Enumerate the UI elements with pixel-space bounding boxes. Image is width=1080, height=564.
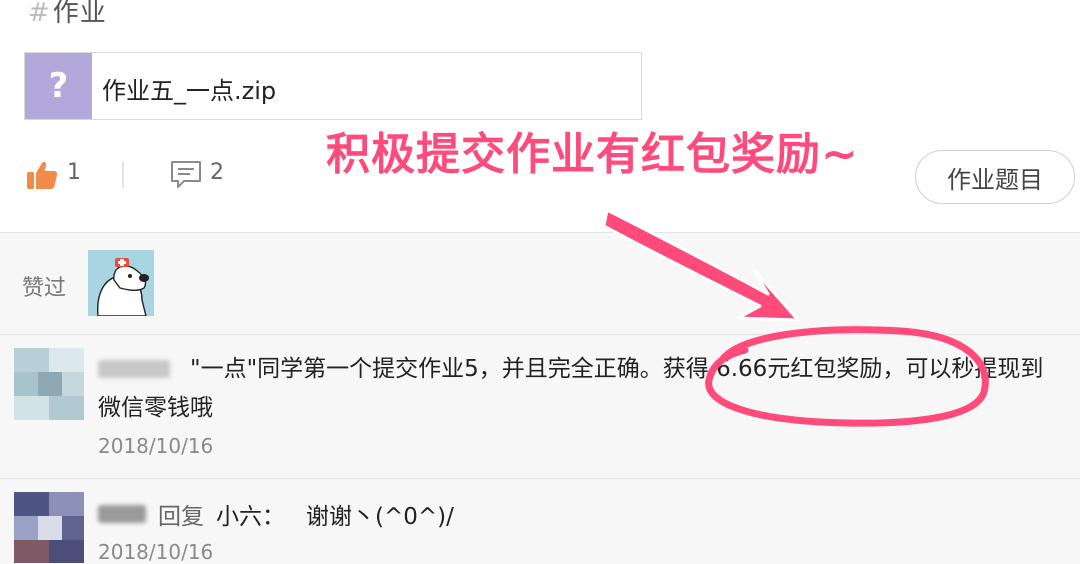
assignment-question-button[interactable]: 作业题目	[915, 150, 1075, 204]
unknown-file-icon: ?	[25, 53, 92, 119]
comment-date: 2018/10/16	[98, 434, 214, 458]
comment-body: "一点"同学第一个提交作业5，并且完全正确。获得 6.66元红包奖励，可以秒提现…	[98, 356, 1044, 421]
hash-symbol: #	[28, 0, 51, 28]
attachment-file[interactable]: ? 作业五_一点.zip	[24, 52, 642, 120]
avatar[interactable]	[14, 492, 84, 563]
comment-count: 2	[210, 160, 224, 185]
blurred-username	[98, 505, 146, 523]
topic-tag[interactable]: #作业	[28, 0, 107, 29]
avatar[interactable]	[14, 348, 84, 420]
like-count: 1	[67, 160, 81, 185]
comment-date: 2018/10/16	[98, 540, 214, 564]
reply-target[interactable]: 小六：	[216, 497, 285, 531]
thumbs-up-icon[interactable]	[26, 160, 58, 190]
liked-label: 赞过	[22, 276, 67, 301]
attachment-filename: 作业五_一点.zip	[102, 77, 277, 105]
comment-text: "一点"同学第一个提交作业5，并且完全正确。获得 6.66元红包奖励，可以秒提现…	[98, 350, 1058, 428]
liked-section	[0, 232, 1080, 335]
comment-icon[interactable]	[170, 160, 202, 190]
annotation-banner: 积极提交作业有红包奖励~	[326, 129, 859, 180]
divider	[122, 162, 124, 188]
topic-tag-label: 作业	[52, 0, 107, 28]
avatar[interactable]	[88, 250, 154, 316]
reply-label: 回复	[158, 504, 204, 530]
comment-body: 谢谢丶(^0^)/	[306, 504, 454, 530]
